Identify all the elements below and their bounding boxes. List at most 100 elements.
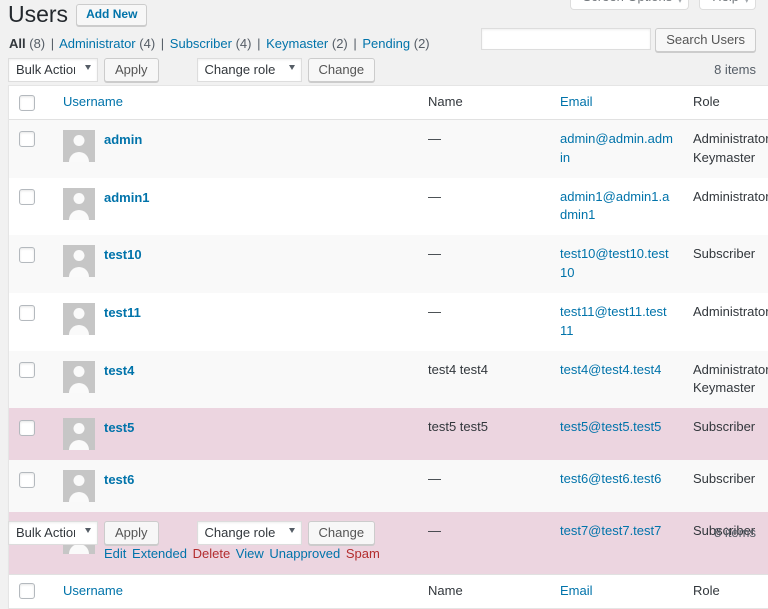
email-link[interactable]: test10@test10.test10	[560, 246, 669, 280]
column-footer-email: Email	[550, 574, 683, 608]
row-action-unapproved[interactable]: Unapproved	[269, 546, 340, 561]
row-select-cell	[9, 293, 53, 351]
row-checkbox[interactable]	[19, 472, 35, 488]
row-action-spam[interactable]: Spam	[346, 546, 380, 561]
row-checkbox[interactable]	[19, 420, 35, 436]
help-button[interactable]: Help ▾	[699, 0, 756, 10]
username-link[interactable]: admin	[104, 132, 142, 147]
filter-separator: |	[351, 36, 358, 51]
table-row[interactable]: test6 — test6@test6.test6 Subscriber 0	[9, 460, 768, 512]
row-username-cell: test11	[53, 293, 418, 351]
avatar	[63, 130, 95, 162]
column-header-username: Username	[53, 86, 418, 120]
filter-link-subscriber[interactable]: Subscriber	[170, 36, 232, 51]
email-link[interactable]: test6@test6.test6	[560, 471, 661, 486]
change-role-button-top[interactable]: Change	[308, 58, 376, 82]
sort-username-link[interactable]: Username	[63, 94, 123, 109]
table-footer-row: Username Name Email Role Posts	[9, 574, 768, 608]
table-row[interactable]: test10 — test10@test10.test10 Subscriber…	[9, 235, 768, 293]
username-link[interactable]: test5	[104, 420, 134, 435]
filter-link-keymaster[interactable]: Keymaster	[266, 36, 328, 51]
row-email-cell: admin@admin.admin	[550, 120, 683, 178]
search-input[interactable]	[481, 28, 651, 50]
select-all-checkbox-bottom[interactable]	[19, 583, 35, 599]
avatar	[63, 188, 95, 220]
select-all-checkbox-top[interactable]	[19, 95, 35, 111]
user-role-filter-links: All (8) | Administrator (4) | Subscriber…	[9, 36, 430, 52]
email-link[interactable]: test4@test4.test4	[560, 362, 661, 377]
table-row[interactable]: test11 — test11@test11.test11 Administra…	[9, 293, 768, 351]
users-table-body: admin — admin@admin.admin Administrator,…	[9, 120, 768, 574]
add-new-user-button[interactable]: Add New	[76, 4, 147, 26]
screen-options-button[interactable]: Screen Options ▾	[570, 0, 690, 10]
row-actions: Edit Extended Delete View Unapproved Spa…	[104, 544, 380, 564]
sort-email-link[interactable]: Email	[560, 94, 593, 109]
email-link[interactable]: admin1@admin1.admin1	[560, 189, 669, 223]
row-name-cell: —	[418, 235, 550, 293]
apply-bulk-action-button-bottom[interactable]: Apply	[104, 521, 159, 545]
username-link[interactable]: test10	[104, 247, 142, 262]
row-action-extended[interactable]: Extended	[132, 546, 187, 561]
tablenav-bottom: Bulk Actions Apply Change role to... Cha…	[8, 521, 756, 545]
bulk-actions-select-bottom[interactable]: Bulk Actions	[8, 521, 98, 545]
change-role-select-wrapper: Change role to...	[197, 58, 302, 82]
avatar	[63, 245, 95, 277]
row-action-edit[interactable]: Edit	[104, 546, 126, 561]
row-action-delete[interactable]: Delete	[193, 546, 231, 561]
select-all-header	[9, 86, 53, 120]
username-link[interactable]: test4	[104, 363, 134, 378]
bulk-actions-select-top[interactable]: Bulk Actions	[8, 58, 98, 82]
table-row[interactable]: admin1 — admin1@admin1.admin1 Administra…	[9, 178, 768, 236]
change-role-button-bottom[interactable]: Change	[308, 521, 376, 545]
row-select-cell	[9, 120, 53, 178]
column-footer-role: Role	[683, 574, 768, 608]
row-select-cell	[9, 178, 53, 236]
row-checkbox[interactable]	[19, 189, 35, 205]
filter-separator: |	[159, 36, 166, 51]
row-username-cell: test4	[53, 351, 418, 409]
sort-email-link-bottom[interactable]: Email	[560, 583, 593, 598]
row-username-cell: admin	[53, 120, 418, 178]
apply-bulk-action-button-top[interactable]: Apply	[104, 58, 159, 82]
filter-count-all: (8)	[29, 36, 45, 51]
row-username-cell: test10	[53, 235, 418, 293]
search-users-button[interactable]: Search Users	[655, 28, 756, 52]
email-link[interactable]: test11@test11.test11	[560, 304, 667, 338]
email-link[interactable]: test5@test5.test5	[560, 419, 661, 434]
row-username-cell: admin1	[53, 178, 418, 236]
row-checkbox[interactable]	[19, 247, 35, 263]
row-select-cell	[9, 235, 53, 293]
email-link[interactable]: admin@admin.admin	[560, 131, 673, 165]
filter-link-all[interactable]: All	[9, 36, 26, 51]
filter-count-administrator: (4)	[139, 36, 155, 51]
tablenav-top: Bulk Actions Apply Change role to... Cha…	[8, 58, 756, 82]
users-table-head: Username Name Email Role Posts	[9, 86, 768, 120]
column-header-name: Name	[418, 86, 550, 120]
change-role-select-bottom[interactable]: Change role to...	[197, 521, 302, 545]
row-name-cell: test4 test4	[418, 351, 550, 409]
row-role-cell: Administrator, Keymaster	[683, 120, 768, 178]
username-link[interactable]: test6	[104, 472, 134, 487]
username-link[interactable]: test11	[104, 305, 141, 320]
row-action-view[interactable]: View	[236, 546, 264, 561]
row-select-cell	[9, 408, 53, 460]
row-checkbox[interactable]	[19, 305, 35, 321]
username-link[interactable]: admin1	[104, 190, 150, 205]
row-checkbox[interactable]	[19, 131, 35, 147]
row-username-cell: test5	[53, 408, 418, 460]
row-username-cell: test6	[53, 460, 418, 512]
table-row[interactable]: test4 test4 test4 test4@test4.test4 Admi…	[9, 351, 768, 409]
row-select-cell	[9, 351, 53, 409]
table-row[interactable]: test5 test5 test5 test5@test5.test5 Subs…	[9, 408, 768, 460]
avatar	[63, 470, 95, 502]
change-role-select-top[interactable]: Change role to...	[197, 58, 302, 82]
sort-username-link-bottom[interactable]: Username	[63, 583, 123, 598]
search-box: Search Users	[481, 28, 756, 52]
row-checkbox[interactable]	[19, 362, 35, 378]
table-row[interactable]: admin — admin@admin.admin Administrator,…	[9, 120, 768, 178]
chevron-down-icon: ▾	[744, 0, 749, 8]
filter-link-administrator[interactable]: Administrator	[59, 36, 136, 51]
bulk-actions-select-wrapper-bottom: Bulk Actions	[8, 521, 98, 545]
filter-link-pending[interactable]: Pending	[362, 36, 410, 51]
filter-separator: |	[49, 36, 56, 51]
